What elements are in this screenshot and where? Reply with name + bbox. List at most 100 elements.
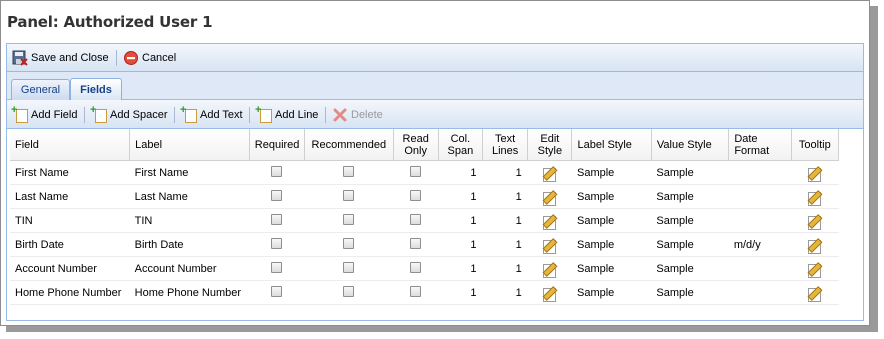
add-text-button[interactable]: + Add Text xyxy=(180,105,243,123)
tooltip-edit-icon[interactable] xyxy=(807,213,823,230)
column-header-read-only[interactable]: Read Only xyxy=(393,129,439,161)
date-format-cell xyxy=(728,208,792,233)
field-cell: First Name xyxy=(10,160,130,185)
value-style-cell: Sample xyxy=(651,280,729,305)
cancel-icon xyxy=(123,50,139,66)
recommended-checkbox[interactable] xyxy=(343,189,355,201)
label-cell: Last Name xyxy=(129,184,250,209)
recommended-checkbox[interactable] xyxy=(343,261,355,273)
recommended-checkbox[interactable] xyxy=(343,285,355,297)
delete-button[interactable]: Delete xyxy=(332,107,383,123)
read-only-checkbox[interactable] xyxy=(410,285,422,297)
text-lines-cell: 1 xyxy=(482,160,528,185)
col-span-cell: 1 xyxy=(438,256,483,281)
edit-style-icon[interactable] xyxy=(542,189,558,206)
text-lines-cell: 1 xyxy=(482,184,528,209)
column-header-col-span[interactable]: Col. Span xyxy=(438,129,484,161)
label-style-cell: Sample xyxy=(571,232,652,257)
read-only-checkbox[interactable] xyxy=(410,261,422,273)
table-row[interactable]: Account Number Account Number 1 1 Sample… xyxy=(10,256,839,281)
label-cell: Birth Date xyxy=(129,232,250,257)
table-row[interactable]: First Name First Name 1 1 Sample Sample xyxy=(10,160,839,185)
label-style-cell: Sample xyxy=(571,208,652,233)
text-lines-cell: 1 xyxy=(482,208,528,233)
table-header-row: Field Label Required Recommended Read On… xyxy=(10,129,840,161)
required-checkbox[interactable] xyxy=(271,237,283,249)
value-style-cell: Sample xyxy=(651,256,729,281)
column-header-edit-style[interactable]: Edit Style xyxy=(527,129,573,161)
add-line-button[interactable]: + Add Line xyxy=(255,105,318,123)
table-row[interactable]: Home Phone Number Home Phone Number 1 1 … xyxy=(10,280,839,305)
field-cell: Home Phone Number xyxy=(10,280,130,305)
column-header-text-lines[interactable]: Text Lines xyxy=(482,129,529,161)
label-cell: TIN xyxy=(129,208,250,233)
table-row[interactable]: Last Name Last Name 1 1 Sample Sample xyxy=(10,184,839,209)
save-and-close-button[interactable]: Save and Close xyxy=(12,50,109,66)
table-row[interactable]: TIN TIN 1 1 Sample Sample xyxy=(10,208,839,233)
column-header-field[interactable]: Field xyxy=(10,129,131,161)
fields-toolbar: + Add Field + Add Spacer + Add Text + Ad… xyxy=(7,100,863,129)
field-cell: Birth Date xyxy=(10,232,130,257)
delete-icon xyxy=(332,107,348,123)
tab-fields[interactable]: Fields xyxy=(70,78,122,100)
edit-style-icon[interactable] xyxy=(542,237,558,254)
text-lines-cell: 1 xyxy=(482,256,528,281)
col-span-cell: 1 xyxy=(438,160,483,185)
read-only-checkbox[interactable] xyxy=(410,165,422,177)
label-style-cell: Sample xyxy=(571,160,652,185)
edit-style-icon[interactable] xyxy=(542,285,558,302)
page-title: Panel: Authorized User 1 xyxy=(7,13,213,31)
value-style-cell: Sample xyxy=(651,160,729,185)
add-spacer-icon: + xyxy=(90,105,107,123)
text-lines-cell: 1 xyxy=(482,232,528,257)
value-style-cell: Sample xyxy=(651,208,729,233)
label-style-cell: Sample xyxy=(571,256,652,281)
table-row[interactable]: Birth Date Birth Date 1 1 Sample Sample … xyxy=(10,232,839,257)
toolbar-separator xyxy=(249,107,250,123)
read-only-checkbox[interactable] xyxy=(410,237,422,249)
column-header-required[interactable]: Required xyxy=(249,129,306,161)
column-header-value-style[interactable]: Value Style xyxy=(651,129,730,161)
recommended-checkbox[interactable] xyxy=(343,237,355,249)
required-checkbox[interactable] xyxy=(271,165,283,177)
edit-style-icon[interactable] xyxy=(542,165,558,182)
tooltip-edit-icon[interactable] xyxy=(807,261,823,278)
column-header-label-style[interactable]: Label Style xyxy=(571,129,652,161)
col-span-cell: 1 xyxy=(438,184,483,209)
field-cell: Last Name xyxy=(10,184,130,209)
column-header-recommended[interactable]: Recommended xyxy=(304,129,394,161)
add-spacer-button[interactable]: + Add Spacer xyxy=(90,105,167,123)
field-cell: TIN xyxy=(10,208,130,233)
column-header-label[interactable]: Label xyxy=(129,129,250,161)
read-only-checkbox[interactable] xyxy=(410,213,422,225)
toolbar-separator xyxy=(325,107,326,123)
required-checkbox[interactable] xyxy=(271,261,283,273)
date-format-cell xyxy=(728,184,792,209)
add-text-label: Add Text xyxy=(200,109,243,121)
label-cell: First Name xyxy=(129,160,250,185)
tooltip-edit-icon[interactable] xyxy=(807,165,823,182)
column-header-tooltip[interactable]: Tooltip xyxy=(791,129,840,161)
recommended-checkbox[interactable] xyxy=(343,165,355,177)
tooltip-edit-icon[interactable] xyxy=(807,189,823,206)
read-only-checkbox[interactable] xyxy=(410,189,422,201)
col-span-cell: 1 xyxy=(438,232,483,257)
tooltip-edit-icon[interactable] xyxy=(807,237,823,254)
label-style-cell: Sample xyxy=(571,280,652,305)
required-checkbox[interactable] xyxy=(271,189,283,201)
tab-general[interactable]: General xyxy=(11,79,70,100)
recommended-checkbox[interactable] xyxy=(343,213,355,225)
date-format-cell: m/d/y xyxy=(728,232,792,257)
column-header-date-format[interactable]: Date Format xyxy=(728,129,792,161)
edit-style-icon[interactable] xyxy=(542,261,558,278)
date-format-cell xyxy=(728,280,792,305)
add-line-icon: + xyxy=(255,105,272,123)
required-checkbox[interactable] xyxy=(271,213,283,225)
tab-strip: General Fields xyxy=(7,72,863,100)
edit-style-icon[interactable] xyxy=(542,213,558,230)
fields-table: Field Label Required Recommended Read On… xyxy=(10,129,840,305)
tooltip-edit-icon[interactable] xyxy=(807,285,823,302)
cancel-button[interactable]: Cancel xyxy=(123,50,176,66)
add-field-button[interactable]: + Add Field xyxy=(11,105,77,123)
required-checkbox[interactable] xyxy=(271,285,283,297)
